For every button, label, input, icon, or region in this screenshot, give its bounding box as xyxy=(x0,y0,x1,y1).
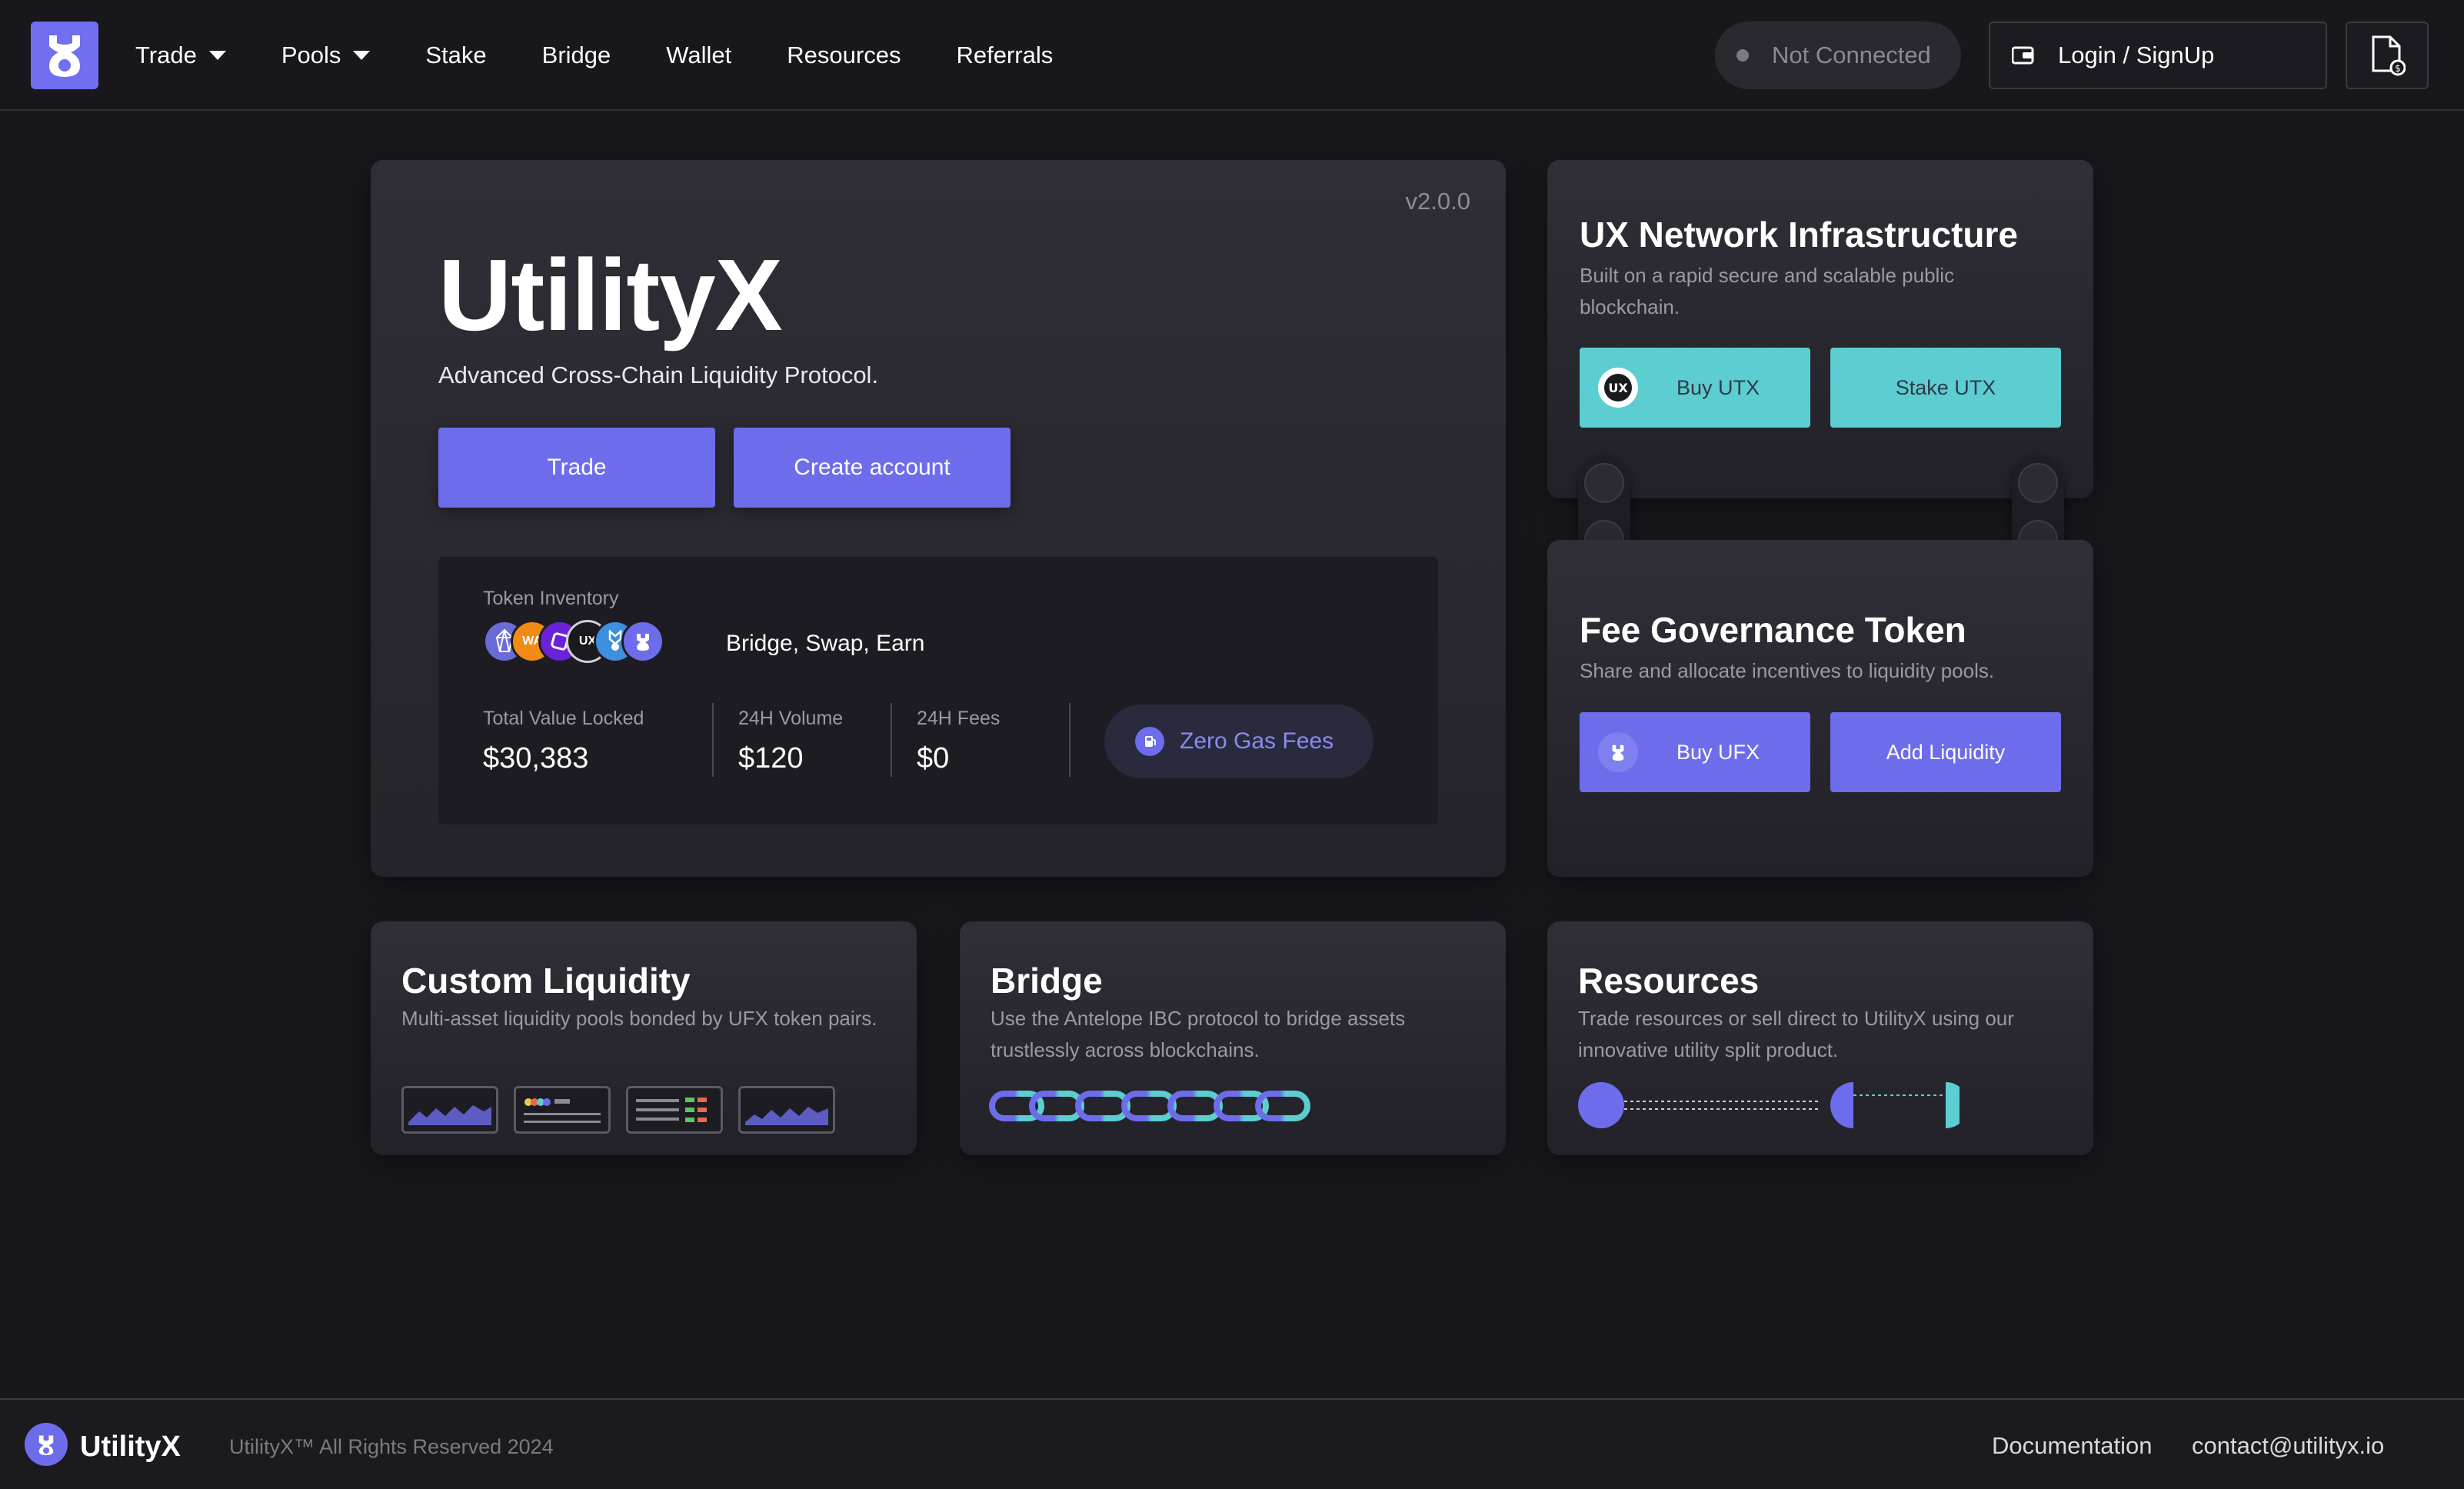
list-dots-icon xyxy=(514,1086,611,1134)
footer-copyright: UtilityX™ All Rights Reserved 2024 xyxy=(229,1435,554,1458)
stat-divider xyxy=(891,703,892,777)
top-nav: Trade Pools Stake Bridge Wallet Resource… xyxy=(0,0,2464,111)
resources-desc: Trade resources or sell direct to Utilit… xyxy=(1578,1007,2014,1061)
wallet-icon xyxy=(2012,46,2034,65)
fee-governance-desc: Share and allocate incentives to liquidi… xyxy=(1580,659,1995,682)
nav-item-resources[interactable]: Resources xyxy=(787,42,901,69)
stat-divider xyxy=(1069,703,1071,777)
ux-network-desc: Built on a rapid secure and scalable pub… xyxy=(1580,264,1955,318)
chevron-down-icon xyxy=(353,51,371,60)
inventory-tagline: Bridge, Swap, Earn xyxy=(726,631,925,656)
stat-tvl: Total Value Locked $30,383 xyxy=(483,708,644,774)
nav-item-stake[interactable]: Stake xyxy=(425,42,486,69)
token-inventory-panel: Token Inventory WA UX Bridge, Swap, Earn… xyxy=(438,557,1438,824)
chevron-down-icon xyxy=(208,51,226,60)
svg-text:UX: UX xyxy=(1608,381,1628,395)
hero-card: v2.0.0 UtilityX Advanced Cross-Chain Liq… xyxy=(371,160,1506,877)
footer: UtilityX UtilityX™ All Rights Reserved 2… xyxy=(0,1398,2464,1489)
ux-network-title: UX Network Infrastructure xyxy=(1580,215,2019,255)
nav-item-trade[interactable]: Trade xyxy=(135,42,226,69)
token-inventory-label: Token Inventory xyxy=(483,588,619,609)
nav-item-bridge[interactable]: Bridge xyxy=(542,42,611,69)
resources-title: Resources xyxy=(1578,961,1760,1001)
area-chart-icon xyxy=(401,1086,498,1134)
svg-text:$: $ xyxy=(2395,63,2401,74)
hero-subtitle: Advanced Cross-Chain Liquidity Protocol. xyxy=(438,361,879,388)
connection-status[interactable]: Not Connected xyxy=(1715,22,1961,89)
fee-governance-title: Fee Governance Token xyxy=(1580,610,1966,650)
create-account-button[interactable]: Create account xyxy=(734,428,1011,508)
stat-24h-volume: 24H Volume $120 xyxy=(738,708,844,774)
custom-liquidity-desc: Multi-asset liquidity pools bonded by UF… xyxy=(401,1007,877,1030)
footer-brand: UtilityX xyxy=(80,1431,181,1463)
add-liquidity-button[interactable]: Add Liquidity xyxy=(1830,712,2061,792)
buy-ufx-button[interactable]: Buy UFX xyxy=(1580,712,1810,792)
custom-liquidity-title: Custom Liquidity xyxy=(401,961,691,1001)
fuel-icon xyxy=(1135,727,1164,756)
nav-item-pools[interactable]: Pools xyxy=(281,42,371,69)
document-coin-icon: $ xyxy=(2372,35,2406,76)
resources-card[interactable]: Resources Trade resources or sell direct… xyxy=(1547,921,2093,1155)
utilityx-logo-icon[interactable] xyxy=(31,22,98,89)
chain-links-icon xyxy=(989,1091,1310,1121)
utilityx-logo-icon[interactable] xyxy=(25,1423,68,1466)
bridge-card[interactable]: Bridge Use the Antelope IBC protocol to … xyxy=(960,921,1506,1155)
ufx-token-icon xyxy=(1598,732,1638,772)
stake-utx-button[interactable]: Stake UTX xyxy=(1830,348,2061,428)
area-chart-icon xyxy=(738,1086,835,1134)
ux-token-icon: UX xyxy=(1598,368,1638,408)
stat-divider xyxy=(712,703,714,777)
table-list-icon xyxy=(626,1086,723,1134)
version-label: v2.0.0 xyxy=(1405,188,1470,215)
contact-email-link[interactable]: contact@utilityx.io xyxy=(2192,1432,2384,1460)
ux-network-card: UX Network Infrastructure Built on a rap… xyxy=(1547,160,2093,498)
login-signup-button[interactable]: Login / SignUp xyxy=(1989,22,2327,89)
status-dot-icon xyxy=(1736,49,1749,62)
fee-governance-card: Fee Governance Token Share and allocate … xyxy=(1547,540,2093,877)
zero-gas-fees-badge[interactable]: Zero Gas Fees xyxy=(1104,705,1374,778)
stat-24h-fees: 24H Fees $0 xyxy=(917,708,1001,774)
custom-liquidity-card[interactable]: Custom Liquidity Multi-asset liquidity p… xyxy=(371,921,917,1155)
documentation-link[interactable]: Documentation xyxy=(1992,1432,2153,1460)
nav-item-referrals[interactable]: Referrals xyxy=(956,42,1053,69)
utility-split-icon xyxy=(1578,1082,1960,1128)
trade-button[interactable]: Trade xyxy=(438,428,715,508)
bridge-desc: Use the Antelope IBC protocol to bridge … xyxy=(991,1007,1406,1061)
document-icon-button[interactable]: $ xyxy=(2346,22,2429,89)
buy-utx-button[interactable]: UX Buy UTX xyxy=(1580,348,1810,428)
bridge-title: Bridge xyxy=(991,961,1103,1001)
page-title: UtilityX xyxy=(438,238,783,351)
nav-item-wallet[interactable]: Wallet xyxy=(666,42,731,69)
ufx-token-icon[interactable] xyxy=(621,620,664,663)
